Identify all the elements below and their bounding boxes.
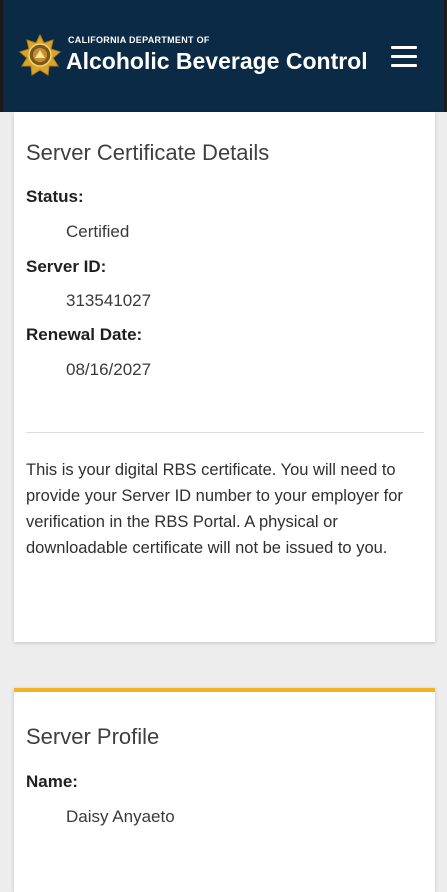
site-header: CALIFORNIA DEPARTMENT OF Alcoholic Bever… <box>0 0 447 112</box>
org-title[interactable]: Alcoholic Beverage Control <box>66 48 368 75</box>
certificate-details-title: Server Certificate Details <box>26 140 270 165</box>
certificate-details-card: Server Certificate Details Status: Certi… <box>14 112 435 642</box>
name-label: Name: <box>26 772 78 791</box>
server-id-label: Server ID: <box>26 257 107 276</box>
menu-bar-middle <box>391 55 417 58</box>
org-subtitle: CALIFORNIA DEPARTMENT OF <box>68 35 210 45</box>
state-seal-icon <box>19 34 61 76</box>
renewal-date-value: 08/16/2027 <box>66 360 152 379</box>
renewal-date-label: Renewal Date: <box>26 325 143 344</box>
server-profile-card: Server Profile Name: Daisy Anyaeto <box>14 688 435 892</box>
name-value: Daisy Anyaeto <box>66 807 175 826</box>
card-divider <box>26 432 424 433</box>
menu-bar-top <box>391 46 417 49</box>
hamburger-menu-icon[interactable] <box>391 44 419 68</box>
certificate-note: This is your digital RBS certificate. Yo… <box>26 461 403 557</box>
server-id-value: 313541027 <box>66 291 152 310</box>
menu-bar-bottom <box>391 64 417 67</box>
server-profile-title: Server Profile <box>26 724 160 749</box>
status-value: Certified <box>66 222 130 241</box>
page-content: Server Certificate Details Status: Certi… <box>0 112 447 892</box>
status-label: Status: <box>26 187 84 206</box>
